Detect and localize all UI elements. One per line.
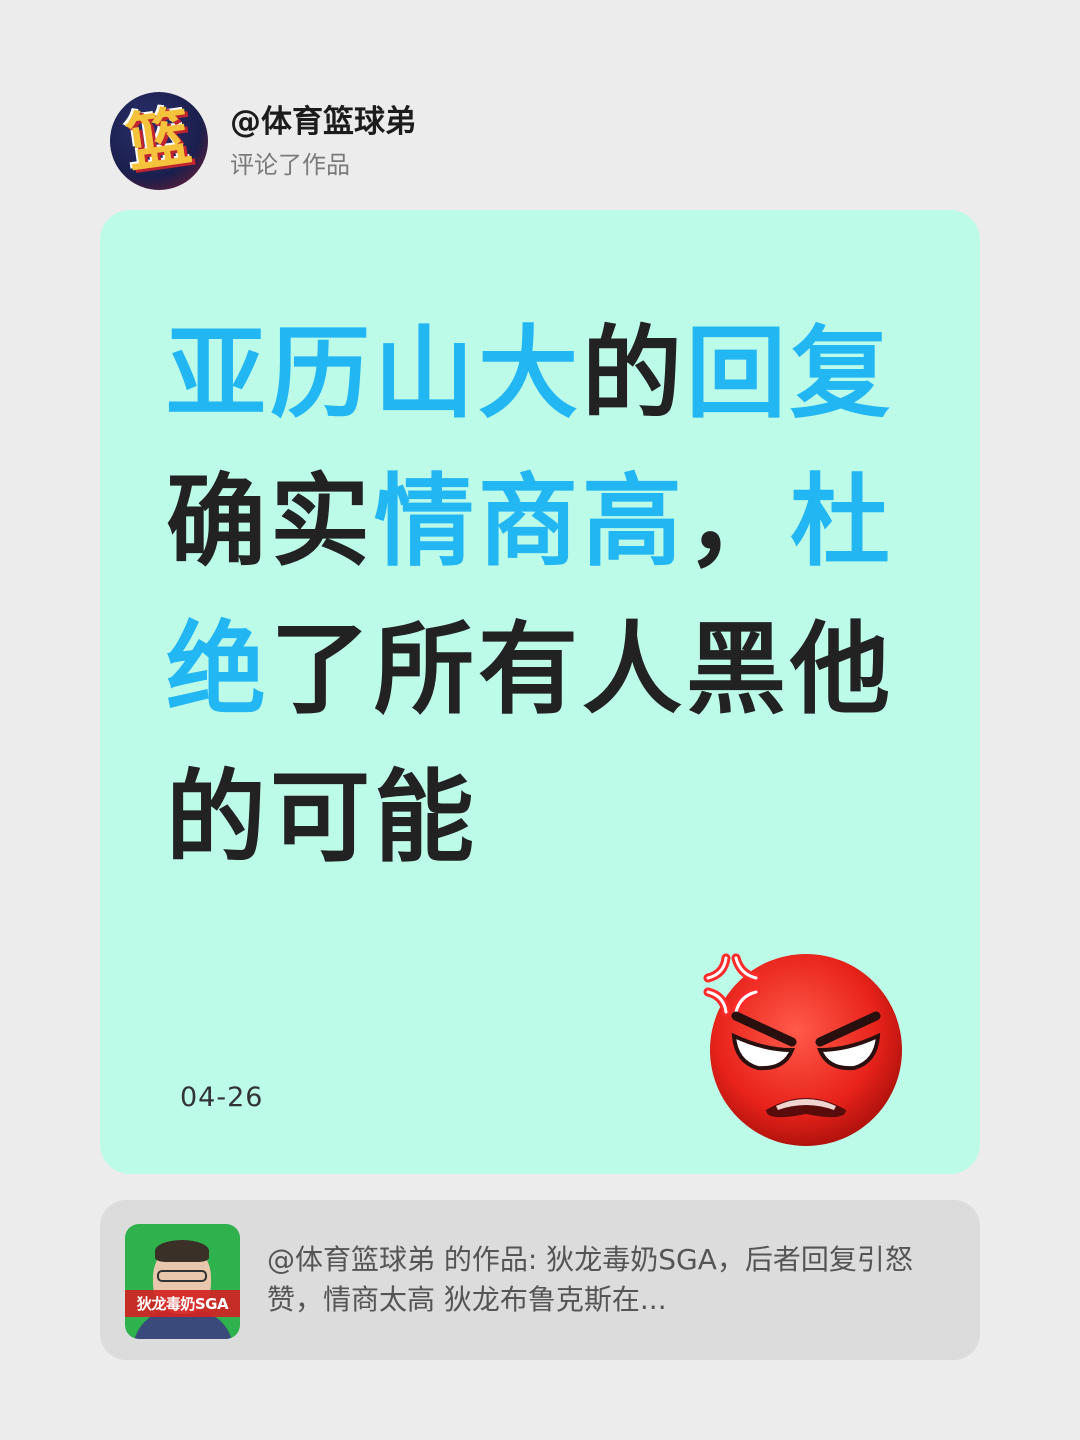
quoted-work-text: @体育篮球弟 的作品: 狄龙毒奶SGA，后者回复引怒赞，情商太高 狄龙布鲁克斯在… — [267, 1243, 913, 1316]
comment-date: 04-26 — [180, 1082, 264, 1113]
headline-segment: 亚历山大 — [166, 315, 582, 432]
thumbnail-glasses — [157, 1270, 207, 1282]
headline-segment: 了所有人黑他的可能 — [166, 611, 894, 876]
avatar[interactable]: 篮 — [110, 92, 208, 190]
headline-segment: 情商高 — [374, 463, 686, 580]
thumbnail-person-hair — [155, 1240, 209, 1262]
headline-segment: 确实 — [166, 463, 374, 580]
video-thumbnail[interactable]: 狄龙毒奶SGA — [125, 1224, 240, 1339]
headline-segment: 的 — [582, 315, 686, 432]
headline-segment: ， — [686, 463, 790, 580]
header-text: @体育篮球弟 评论了作品 — [230, 102, 416, 180]
avatar-logo-glyph: 篮 — [122, 99, 196, 183]
angry-face-emoji — [703, 953, 902, 1146]
thumbnail-caption: 狄龙毒奶SGA — [125, 1290, 240, 1317]
comment-headline: 亚历山大的回复确实情商高，杜绝了所有人黑他的可能 — [166, 300, 926, 892]
quoted-work-card[interactable]: 狄龙毒奶SGA @体育篮球弟 的作品: 狄龙毒奶SGA，后者回复引怒赞，情商太高… — [100, 1200, 980, 1360]
comment-card: 亚历山大的回复确实情商高，杜绝了所有人黑他的可能 04-26 — [100, 210, 980, 1174]
headline-segment: 回复 — [686, 315, 894, 432]
username[interactable]: @体育篮球弟 — [230, 102, 416, 142]
comment-share-page: 篮 @体育篮球弟 评论了作品 亚历山大的回复确实情商高，杜绝了所有人黑他的可能 … — [0, 0, 1080, 1440]
comment-header: 篮 @体育篮球弟 评论了作品 — [110, 92, 416, 190]
comment-action-label: 评论了作品 — [230, 151, 350, 179]
